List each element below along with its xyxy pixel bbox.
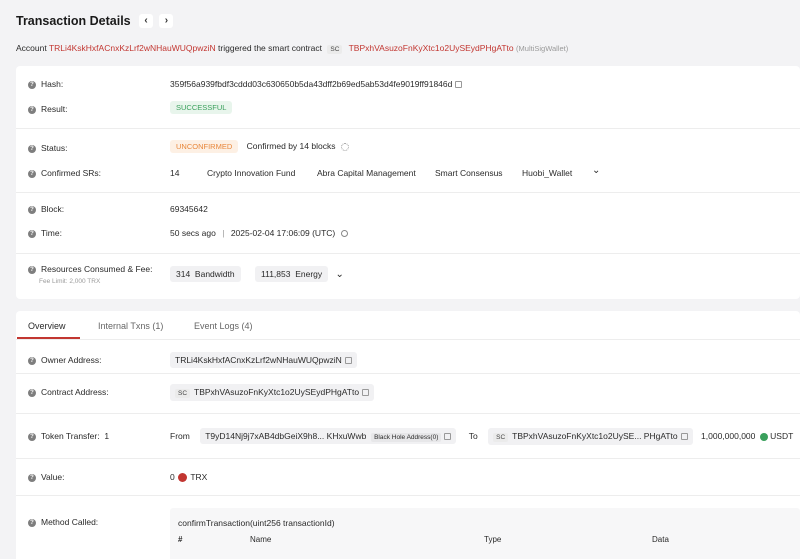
chevron-right-icon: › (164, 15, 169, 26)
contract-tag: (MultiSigWallet) (516, 44, 569, 53)
next-transaction-button[interactable]: › (159, 14, 174, 28)
time-separator: | (222, 228, 225, 238)
resources-row: 314 Bandwidth 111,853 Energy ⌄ (170, 266, 344, 282)
method-col-data: Data (652, 535, 669, 544)
resources-expand-chevron-icon[interactable]: ⌄ (336, 269, 344, 280)
token-amount: 1,000,000,000 (701, 431, 756, 441)
status-row: UNCONFIRMED Confirmed by 14 blocks (170, 140, 349, 153)
contract-address-link[interactable]: TBPxhVAsuzoFnKyXtc1o2UySEydPHgATto (349, 43, 514, 53)
account-line: Account TRLi4KskHxfACnxKzLrf2wNHauWUQpwz… (16, 43, 568, 54)
owner-address-link[interactable]: TRLi4KskHxfACnxKzLrf2wNHauWUQpwziN (175, 355, 342, 365)
contract-address-value: SC TBPxhVAsuzoFnKyXtc1o2UySEydPHgATto (170, 384, 375, 401)
token-symbol-link[interactable]: USDT (770, 431, 793, 441)
confirmed-srs-label: ? Confirmed SRs: (28, 168, 101, 178)
copy-icon[interactable] (444, 433, 452, 441)
token-transfer-row: From T9yD14Nj9j7xAB4dbGeiX9h8... KHxuWwb… (170, 428, 793, 445)
loading-spinner-icon (340, 142, 349, 151)
hash-label: ? Hash: (28, 79, 63, 89)
token-transfer-count: 1 (104, 431, 110, 441)
sc-badge: SC (327, 45, 343, 54)
resources-label: ? Resources Consumed & Fee: (28, 264, 153, 274)
usdt-token-icon (759, 432, 768, 441)
sr-item[interactable]: Huobi_Wallet (522, 168, 572, 178)
sr-item[interactable]: Smart Consensus (435, 168, 503, 178)
copy-icon[interactable] (455, 81, 463, 89)
sr-item[interactable]: Abra Capital Management (317, 168, 416, 178)
sr-item[interactable]: Crypto Innovation Fund (207, 168, 295, 178)
bandwidth-chip: 314 Bandwidth (170, 266, 241, 282)
hash-value: 359f56a939fbdf3cddd03c630650b5da43dff2b6… (170, 79, 463, 89)
owner-address-value: TRLi4KskHxfACnxKzLrf2wNHauWUQpwziN (170, 352, 357, 368)
status-badge: UNCONFIRMED (170, 140, 239, 153)
value-label: ? Value: (28, 472, 64, 482)
to-label: To (468, 431, 478, 441)
method-col-index: # (178, 535, 183, 544)
tab-event-logs[interactable]: Event Logs (4) (194, 321, 253, 331)
fee-limit: Fee Limit: 2,000 TRX (39, 278, 101, 285)
trx-token-icon (178, 473, 188, 483)
help-icon: ? (28, 205, 36, 214)
tab-overview-underline (17, 337, 80, 339)
triggered-text: triggered the smart contract (218, 43, 322, 53)
help-icon: ? (28, 356, 36, 365)
account-label: Account (16, 43, 47, 53)
time-label: ? Time: (28, 228, 62, 238)
confirmed-blocks-text: Confirmed by 14 blocks (246, 141, 336, 151)
help-icon: ? (28, 169, 36, 178)
status-label: ? Status: (28, 143, 67, 153)
page-header: Transaction Details ‹ › (16, 14, 174, 28)
contract-address-label: ? Contract Address: (28, 387, 109, 397)
time-ago: 50 secs ago (170, 228, 216, 238)
help-icon: ? (28, 432, 36, 441)
copy-icon[interactable] (362, 389, 370, 397)
srs-expand-chevron-icon[interactable]: ⌄ (592, 165, 600, 176)
method-col-name: Name (250, 535, 272, 544)
owner-address-label: ? Owner Address: (28, 355, 101, 365)
help-icon: ? (28, 229, 36, 238)
help-icon: ? (28, 144, 36, 153)
method-col-type: Type (484, 535, 502, 544)
sc-badge: SC (175, 389, 191, 398)
block-label: ? Block: (28, 204, 64, 214)
page-title: Transaction Details (16, 14, 131, 28)
energy-chip: 111,853 Energy (255, 266, 329, 282)
method-panel (170, 508, 800, 559)
value-symbol: TRX (190, 472, 208, 482)
time-value: 50 secs ago | 2025-02-04 17:06:09 (UTC) (170, 228, 348, 238)
tab-overview[interactable]: Overview (28, 321, 66, 331)
help-icon: ? (28, 80, 36, 89)
time-utc: 2025-02-04 17:06:09 (UTC) (230, 228, 336, 238)
black-hole-tag: Black Hole Address(0) (371, 433, 442, 442)
method-signature: confirmTransaction(uint256 transactionId… (178, 518, 335, 528)
result-badge: SUCCESSFUL (170, 101, 233, 114)
help-icon: ? (28, 105, 36, 114)
contract-address-link-2[interactable]: TBPxhVAsuzoFnKyXtc1o2UySEydPHgATto (194, 387, 359, 397)
help-icon: ? (28, 473, 36, 482)
tab-internal-txns[interactable]: Internal Txns (1) (98, 321, 163, 331)
help-icon: ? (28, 265, 36, 274)
token-transfer-label: ? Token Transfer: 1 (28, 431, 109, 441)
chevron-left-icon: ‹ (144, 15, 148, 26)
sr-count: 14 (170, 168, 180, 178)
method-called-label: ? Method Called: (28, 517, 98, 527)
sc-badge: SC (493, 433, 509, 442)
help-icon: ? (28, 518, 36, 527)
from-label: From (170, 431, 190, 441)
from-address-chip[interactable]: T9yD14Nj9j7xAB4dbGeiX9h8... KHxuWwb Blac… (200, 428, 457, 444)
to-address-chip[interactable]: SC TBPxhVAsuzoFnKyXtc1o2UySE... PHgATto (488, 428, 693, 445)
help-icon: ? (28, 388, 36, 397)
copy-icon[interactable] (680, 433, 688, 441)
block-value-link[interactable]: 69345642 (170, 204, 208, 214)
clock-icon (340, 230, 348, 238)
copy-icon[interactable] (344, 357, 352, 365)
result-label: ? Result: (28, 104, 67, 114)
value-amount: 0 TRX (170, 472, 208, 483)
prev-transaction-button[interactable]: ‹ (139, 14, 153, 28)
account-address-link[interactable]: TRLi4KskHxfACnxKzLrf2wNHauWUQpwziN (49, 43, 216, 53)
